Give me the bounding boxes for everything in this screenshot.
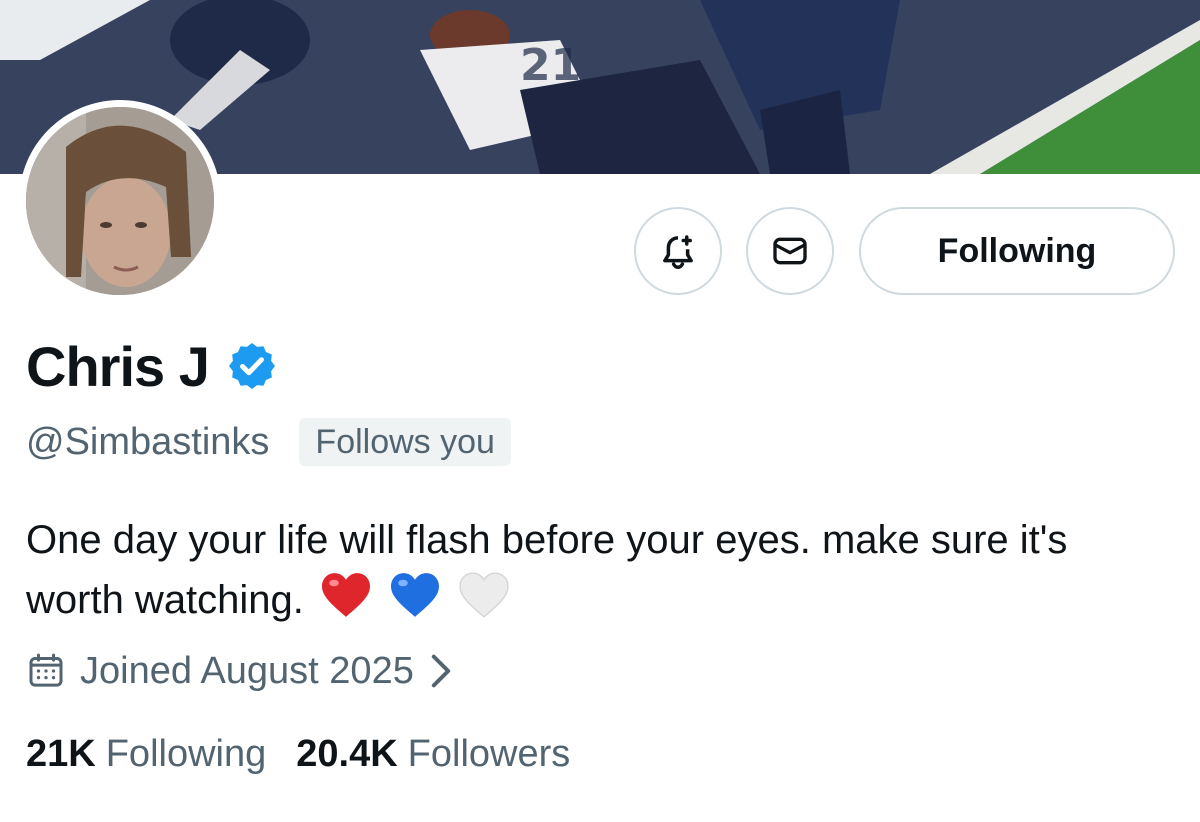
- following-label: Following: [105, 732, 267, 775]
- svg-text:21: 21: [520, 40, 581, 91]
- following-count: 21K: [26, 732, 96, 775]
- bell-plus-icon: [663, 235, 693, 270]
- joined-date: Joined August 2025: [80, 649, 414, 692]
- following-button[interactable]: Following: [859, 207, 1175, 295]
- envelope-icon: [773, 237, 807, 265]
- display-name-row: Chris J: [26, 334, 279, 398]
- followers-label: Followers: [407, 732, 571, 775]
- profile-bio: One day your life will flash before your…: [26, 510, 1166, 630]
- followers-stat-link[interactable]: 20.4K Followers: [296, 733, 570, 776]
- verified-badge-icon[interactable]: [225, 339, 279, 393]
- bio-text: One day your life will flash before your…: [26, 518, 1068, 622]
- joined-date-link[interactable]: Joined August 2025: [26, 644, 452, 698]
- following-stat-link[interactable]: 21K Following: [26, 733, 266, 776]
- white-heart-icon: [459, 572, 509, 618]
- avatar-image: [26, 107, 214, 295]
- red-heart-icon: [322, 573, 371, 617]
- notify-button[interactable]: [634, 207, 722, 295]
- display-name: Chris J: [26, 334, 210, 398]
- handle-row: @Simbastinks Follows you: [26, 418, 511, 466]
- calendar-icon: [29, 653, 63, 687]
- chevron-right-icon: [431, 654, 451, 688]
- followers-count: 20.4K: [296, 732, 398, 775]
- message-button[interactable]: [746, 207, 834, 295]
- user-handle: @Simbastinks: [26, 420, 270, 463]
- follow-stats: 21K Following 20.4K Followers: [26, 728, 570, 780]
- follows-you-badge: Follows you: [299, 418, 511, 466]
- avatar[interactable]: [19, 100, 221, 302]
- blue-heart-icon: [391, 573, 440, 617]
